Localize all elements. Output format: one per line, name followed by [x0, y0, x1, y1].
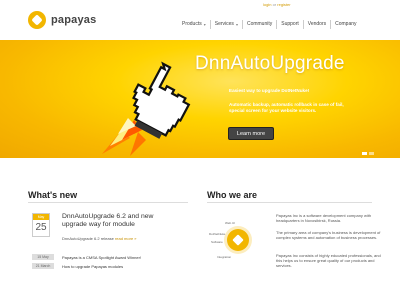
date-badge: May 25 — [32, 213, 50, 237]
banner-description: Automatic backup, automatic rollback in … — [229, 102, 344, 113]
chevron-down-icon: ▾ — [203, 21, 206, 27]
nav-label: Community — [246, 21, 273, 27]
news-item[interactable]: 21 March How to upgrade Papayas modules — [32, 263, 123, 269]
graphic-label: Software — [211, 240, 223, 244]
nav-label: Products — [182, 21, 202, 27]
papaya-logo-icon — [227, 229, 249, 251]
featured-news-summary: DnnAutoUpgrade 6.2 release read more » — [62, 236, 137, 241]
register-link[interactable]: register — [277, 2, 290, 7]
divider — [207, 202, 372, 203]
about-paragraph: Papayas Inc is a software development co… — [276, 213, 372, 224]
logo-text: papayas — [51, 14, 97, 26]
nav-label: Company — [335, 21, 357, 27]
nav-label: Vendors — [307, 21, 327, 27]
login-separator: or — [272, 2, 277, 7]
divider — [28, 202, 188, 203]
news-item-title[interactable]: How to upgrade Papayas modules — [62, 264, 123, 269]
graphic-label: Web.UI — [225, 221, 235, 225]
nav-item-services[interactable]: Services ▾ — [211, 19, 242, 29]
rocket-cursor-icon — [102, 61, 191, 156]
read-more-link[interactable]: read more » — [115, 236, 137, 241]
news-item-title[interactable]: Papayas is a CMSA Spotlight Award Winner… — [62, 255, 141, 260]
banner-subtitle: Easiest way to upgrade DotNetNuke! — [229, 88, 310, 93]
nav-item-products[interactable]: Products ▾ — [178, 19, 210, 29]
slide-dot[interactable] — [369, 152, 374, 155]
slide-indicator — [362, 152, 374, 155]
featured-news-subtitle: DnnAutoUpgrade 6.2 release — [62, 236, 114, 241]
graphic-label: DotNetNuke — [209, 232, 226, 236]
news-item-date: 21 March — [32, 263, 54, 269]
hero-banner: DnnAutoUpgrade Easiest way to upgrade Do… — [0, 40, 400, 158]
nav-item-vendors[interactable]: Vendors — [304, 19, 330, 29]
site-header: papayas login or register Products ▾ Ser… — [0, 0, 400, 40]
news-item[interactable]: 15 May Papayas is a CMSA Spotlight Award… — [32, 254, 141, 260]
slide-dot[interactable] — [362, 152, 367, 155]
chevron-down-icon: ▾ — [235, 21, 238, 27]
featured-news-title[interactable]: DnnAutoUpgrade 6.2 and new upgrade way f… — [62, 213, 180, 229]
about-paragraph: The primary area of company's business i… — [276, 230, 381, 241]
logo[interactable]: papayas — [28, 11, 96, 29]
about-paragraph: Papayas Inc consists of highly educated … — [276, 253, 381, 269]
banner-title: DnnAutoUpgrade — [195, 53, 345, 74]
news-item-date: 15 May — [32, 254, 54, 260]
company-graphic: Web.UI DotNetNuke Software Integration — [207, 210, 267, 280]
whats-new-heading: What's new — [28, 190, 78, 200]
who-we-are-heading: Who we are — [207, 190, 258, 200]
nav-item-community[interactable]: Community — [243, 19, 276, 29]
graphic-label: Integration — [217, 255, 232, 259]
nav-label: Services — [214, 21, 234, 27]
main-nav: Products ▾ Services ▾ Community Support … — [178, 18, 361, 30]
papaya-logo-icon — [28, 11, 46, 29]
learn-more-button[interactable]: Learn more — [228, 127, 274, 140]
nav-item-company[interactable]: Company — [331, 19, 360, 29]
nav-label: Support — [281, 21, 299, 27]
login-bar: login or register — [263, 2, 291, 7]
nav-item-support[interactable]: Support — [277, 19, 303, 29]
date-day: 25 — [35, 222, 47, 233]
login-link[interactable]: login — [263, 2, 271, 7]
